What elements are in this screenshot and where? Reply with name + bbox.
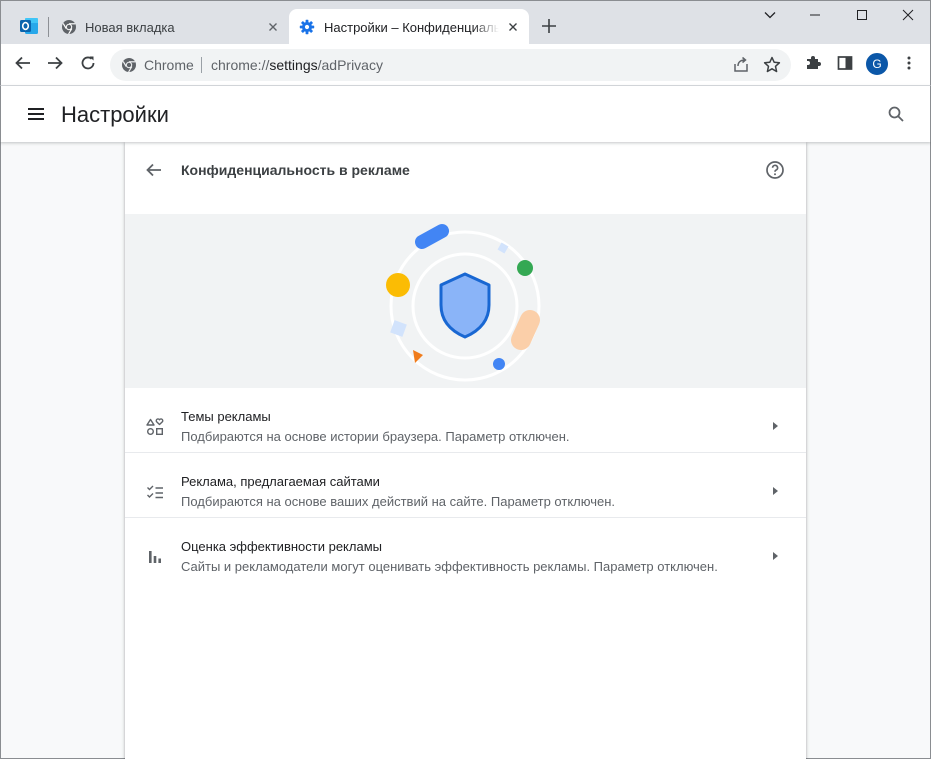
settings-gear-icon (299, 19, 315, 35)
card-header: Конфиденциальность в рекламе (125, 142, 806, 214)
site-chip-label[interactable]: Chrome (144, 57, 194, 73)
row-title: Темы рекламы (181, 409, 271, 424)
url-text[interactable]: chrome://settings/adPrivacy (211, 57, 383, 73)
profile-avatar[interactable]: G (866, 53, 888, 75)
reload-icon (79, 54, 97, 77)
settings-rows: Темы рекламы Подбираются на основе истор… (125, 388, 806, 583)
minimize-icon (809, 8, 821, 26)
close-window-button[interactable] (885, 1, 931, 33)
reload-button[interactable] (76, 53, 100, 77)
bookmark-star-icon[interactable] (762, 55, 782, 75)
forward-button[interactable] (43, 53, 67, 77)
puzzle-piece-icon (804, 54, 822, 77)
new-tab-button[interactable] (538, 15, 560, 37)
tab-title: Настройки – Конфиденциальность в рекламе (324, 20, 499, 35)
url-path: /adPrivacy (317, 57, 383, 73)
search-icon[interactable] (886, 104, 906, 124)
settings-header: Настройки (0, 86, 931, 142)
arrow-right-icon (46, 54, 64, 77)
help-icon[interactable] (765, 160, 785, 180)
url-scheme: chrome:// (211, 57, 270, 73)
arrow-left-icon (14, 54, 32, 77)
share-icon[interactable] (731, 55, 751, 75)
chrome-icon (61, 19, 77, 35)
chevron-right-icon (769, 484, 781, 496)
row-subtitle: Подбираются на основе истории браузера. … (181, 429, 570, 444)
row-subtitle: Сайты и рекламодатели могут оценивать эф… (181, 559, 718, 574)
ad-topics-icon (146, 418, 164, 436)
site-suggested-ads-row[interactable]: Реклама, предлагаемая сайтами Подбираютс… (125, 453, 806, 518)
privacy-illustration-banner (125, 214, 806, 388)
ad-topics-row[interactable]: Темы рекламы Подбираются на основе истор… (125, 388, 806, 453)
row-title: Оценка эффективности рекламы (181, 539, 382, 554)
tab-search-button[interactable] (747, 1, 793, 33)
url-host: settings (269, 57, 318, 73)
close-tab-icon[interactable] (505, 19, 521, 35)
address-bar[interactable]: Chrome chrome://settings/adPrivacy (110, 49, 791, 81)
close-tab-icon[interactable] (265, 19, 281, 35)
tab-strip: Новая вкладка Настройки – Конфиденциаль (0, 0, 931, 45)
extensions-button[interactable] (801, 53, 825, 77)
tab-new-tab[interactable]: Новая вкладка (53, 9, 289, 45)
browser-toolbar: Chrome chrome://settings/adPrivacy G (0, 44, 931, 86)
side-panel-button[interactable] (833, 53, 857, 77)
close-icon (902, 8, 914, 26)
minimize-button[interactable] (792, 1, 838, 33)
outlook-app-icon[interactable] (18, 15, 40, 37)
tab-strip-separator (48, 17, 49, 37)
row-title: Реклама, предлагаемая сайтами (181, 474, 380, 489)
ad-privacy-card: Конфиденциальность в рекламе Темы реклам… (125, 142, 806, 759)
three-dots-vertical-icon (900, 54, 918, 77)
shield-illustration (386, 224, 541, 382)
chrome-icon (121, 57, 137, 73)
maximize-button[interactable] (839, 1, 885, 33)
hamburger-menu-icon[interactable] (26, 104, 46, 124)
side-panel-icon (836, 54, 854, 77)
ad-measurement-row[interactable]: Оценка эффективности рекламы Сайты и рек… (125, 518, 806, 583)
back-arrow-icon[interactable] (144, 160, 164, 180)
chevron-right-icon (769, 549, 781, 561)
address-separator (201, 57, 202, 73)
page-title: Настройки (61, 102, 169, 127)
row-subtitle: Подбираются на основе ваших действий на … (181, 494, 616, 509)
card-title: Конфиденциальность в рекламе (181, 162, 410, 178)
tab-title: Новая вкладка (85, 20, 175, 35)
ad-measurement-icon (146, 548, 164, 566)
chevron-right-icon (769, 419, 781, 431)
maximize-icon (856, 8, 868, 26)
tab-settings[interactable]: Настройки – Конфиденциальность в рекламе (289, 9, 529, 45)
chrome-menu-button[interactable] (897, 53, 921, 77)
chevron-down-icon (763, 8, 777, 27)
site-suggested-ads-icon (146, 483, 164, 501)
back-button[interactable] (11, 53, 35, 77)
